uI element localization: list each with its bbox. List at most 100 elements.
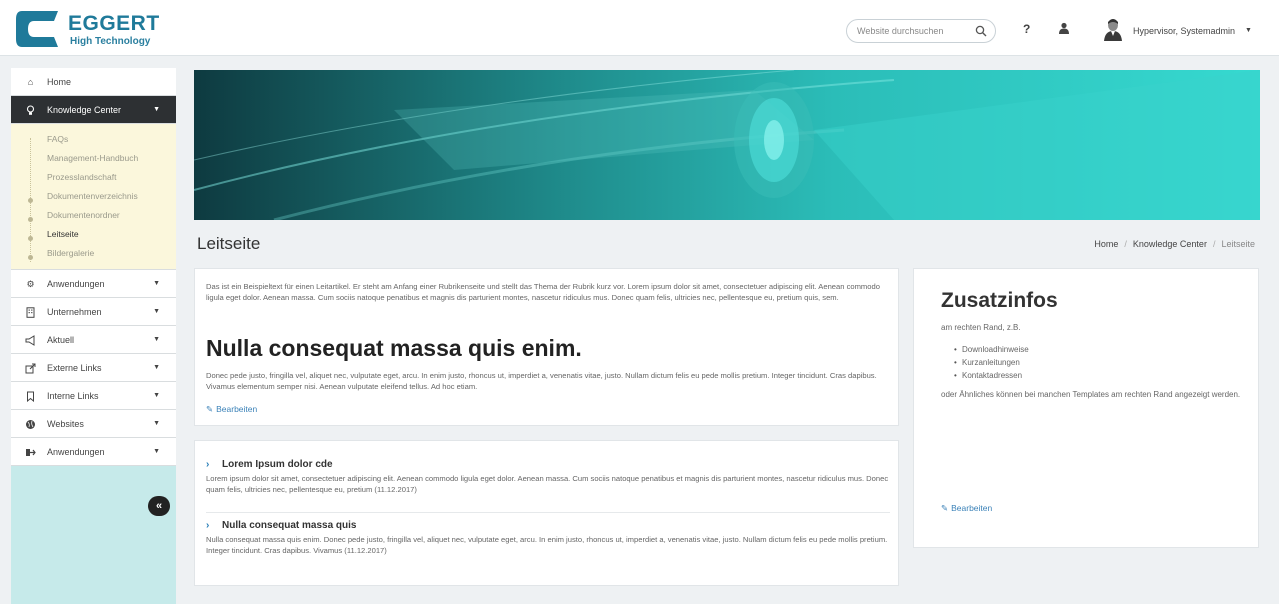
submenu-item-dokumentenverzeichnis[interactable]: Dokumentenverzeichnis: [47, 191, 138, 201]
aside-subtitle: am rechten Rand, z.B.: [941, 323, 1021, 332]
chevron-right-icon: ›: [206, 520, 210, 531]
sidebar-item-label: Interne Links: [47, 391, 99, 401]
article-heading: Nulla consequat massa quis enim.: [206, 335, 582, 361]
bookmark-icon: [25, 391, 36, 403]
megaphone-icon: [25, 335, 36, 346]
submenu-item-bildergalerie[interactable]: Bildergalerie: [47, 248, 94, 258]
brand-name: EGGERT: [68, 12, 160, 35]
submenu-item-leitseite[interactable]: Leitseite: [47, 229, 79, 239]
avatar[interactable]: [1102, 17, 1124, 41]
sidebar-item-unternehmen[interactable]: Unternehmen ▼: [11, 298, 176, 326]
news-title-text: Nulla consequat massa quis: [222, 520, 357, 531]
news-list-card: › Lorem Ipsum dolor cde Lorem ipsum dolor…: [194, 440, 899, 586]
news-text: Nulla consequat massa quis enim. Donec p…: [206, 535, 888, 555]
lead-text: Das ist ein Beispieltext für einen Leita…: [206, 282, 880, 302]
chevron-down-icon: ▼: [153, 106, 160, 113]
sidebar-item-websites[interactable]: Websites ▼: [11, 410, 176, 438]
breadcrumb-home[interactable]: Home: [1094, 239, 1118, 249]
edit-icon: ✎: [206, 404, 214, 414]
help-icon[interactable]: ?: [1023, 22, 1030, 36]
search-icon[interactable]: [975, 25, 987, 37]
sidebar-item-aktuell[interactable]: Aktuell ▼: [11, 326, 176, 354]
news-text: Lorem ipsum dolor sit amet, consectetuer…: [206, 474, 889, 494]
chevron-down-icon[interactable]: ▼: [1245, 27, 1252, 34]
sidebar-item-label: Knowledge Center: [47, 105, 122, 115]
header-banner-image: [194, 70, 1260, 220]
chevron-down-icon: ▼: [153, 364, 160, 371]
sidebar-item-anwendungen[interactable]: ⚙ Anwendungen ▼: [11, 270, 176, 298]
chevron-down-icon: ▼: [153, 392, 160, 399]
sidebar-item-label: Aktuell: [47, 335, 75, 345]
article-body: Donec pede justo, fringilla vel, aliquet…: [206, 371, 877, 391]
building-icon: [25, 307, 36, 318]
sidebar-item-knowledge-center[interactable]: Knowledge Center ▼: [11, 96, 176, 124]
breadcrumb-separator: /: [1124, 239, 1127, 249]
brand-tagline: High Technology: [70, 36, 151, 47]
sidebar-item-label: Anwendungen: [47, 447, 105, 457]
edit-label: Bearbeiten: [951, 503, 993, 513]
list-item[interactable]: › Nulla consequat massa quis Nulla conseq…: [206, 520, 890, 556]
chevron-down-icon: ▼: [153, 420, 160, 427]
search-input[interactable]: [857, 24, 967, 38]
aside-list: Downloadhinweise Kurzanleitungen Kontakt…: [954, 343, 1029, 382]
aside-title: Zusatzinfos: [941, 289, 1058, 312]
home-icon: ⌂: [27, 77, 34, 87]
news-title-text: Lorem Ipsum dolor cde: [222, 459, 333, 470]
submenu-item-faqs[interactable]: FAQs: [47, 134, 68, 144]
breadcrumb: Home / Knowledge Center / Leitseite: [1094, 239, 1255, 249]
top-header: EGGERT High Technology ? Hypervisor, Sys…: [0, 0, 1279, 56]
submenu-item-prozesslandschaft[interactable]: Prozesslandschaft: [47, 172, 116, 182]
sidebar-item-externe-links[interactable]: Externe Links ▼: [11, 354, 176, 382]
sidebar-item-label: Websites: [47, 419, 84, 429]
logo-mark-icon: [16, 11, 58, 47]
list-item: Downloadhinweise: [954, 343, 1029, 356]
sidebar-item-label: Home: [47, 77, 72, 87]
aside-card: Zusatzinfos am rechten Rand, z.B. Downlo…: [913, 268, 1259, 548]
divider: [206, 512, 890, 513]
sidebar-collapse-button[interactable]: «: [148, 496, 170, 516]
breadcrumb-separator: /: [1212, 239, 1216, 249]
chevron-right-icon: ›: [206, 459, 210, 470]
globe-icon: [25, 419, 36, 430]
sidebar: ⌂ Home Knowledge Center ▼ FAQs Managemen…: [11, 68, 176, 604]
breadcrumb-knowledge-center[interactable]: Knowledge Center: [1133, 239, 1207, 249]
external-link-icon: [25, 363, 36, 374]
lightbulb-icon: [25, 105, 36, 116]
submenu-dot-icon: [28, 236, 33, 241]
submenu-dot-icon: [28, 198, 33, 203]
edit-label: Bearbeiten: [216, 404, 258, 414]
sidebar-item-anwendungen-2[interactable]: Anwendungen ▼: [11, 438, 176, 466]
list-item: Kontaktadressen: [954, 369, 1029, 382]
user-name[interactable]: Hypervisor, Systemadmin: [1133, 26, 1235, 36]
page-title: Leitseite: [197, 234, 261, 253]
search-box: [846, 19, 996, 43]
submenu-dot-icon: [28, 217, 33, 222]
sign-out-icon: [25, 447, 36, 458]
chevron-down-icon: ▼: [153, 280, 160, 287]
chevron-down-icon: ▼: [153, 336, 160, 343]
gears-icon: ⚙: [26, 279, 35, 289]
list-item[interactable]: › Lorem Ipsum dolor cde Lorem ipsum dolor…: [206, 459, 890, 495]
sidebar-nav: ⌂ Home Knowledge Center ▼ FAQs Managemen…: [11, 68, 176, 466]
sidebar-item-label: Anwendungen: [47, 279, 105, 289]
submenu-item-dokumentenordner[interactable]: Dokumentenordner: [47, 210, 120, 220]
sidebar-submenu: FAQs Management-Handbuch Prozesslandscha…: [11, 124, 176, 270]
user-icon[interactable]: [1058, 22, 1070, 34]
news-title[interactable]: › Nulla consequat massa quis: [206, 520, 890, 531]
list-item: Kurzanleitungen: [954, 356, 1029, 369]
edit-link[interactable]: ✎ Bearbeiten: [206, 404, 257, 415]
sidebar-item-home[interactable]: ⌂ Home: [11, 68, 176, 96]
brand-logo[interactable]: EGGERT High Technology: [14, 9, 164, 49]
sidebar-item-label: Unternehmen: [47, 307, 102, 317]
edit-icon: ✎: [941, 503, 949, 513]
sidebar-item-label: Externe Links: [47, 363, 102, 373]
sidebar-item-interne-links[interactable]: Interne Links ▼: [11, 382, 176, 410]
aside-edit-link[interactable]: ✎ Bearbeiten: [941, 503, 992, 514]
lead-article-card: Das ist ein Beispieltext für einen Leita…: [194, 268, 899, 426]
submenu-dot-icon: [28, 255, 33, 260]
submenu-item-management-handbuch[interactable]: Management-Handbuch: [47, 153, 138, 163]
chevron-down-icon: ▼: [153, 448, 160, 455]
news-title[interactable]: › Lorem Ipsum dolor cde: [206, 459, 890, 470]
aside-text: oder Ähnliches können bei manchen Templa…: [941, 390, 1241, 399]
chevron-down-icon: ▼: [153, 308, 160, 315]
